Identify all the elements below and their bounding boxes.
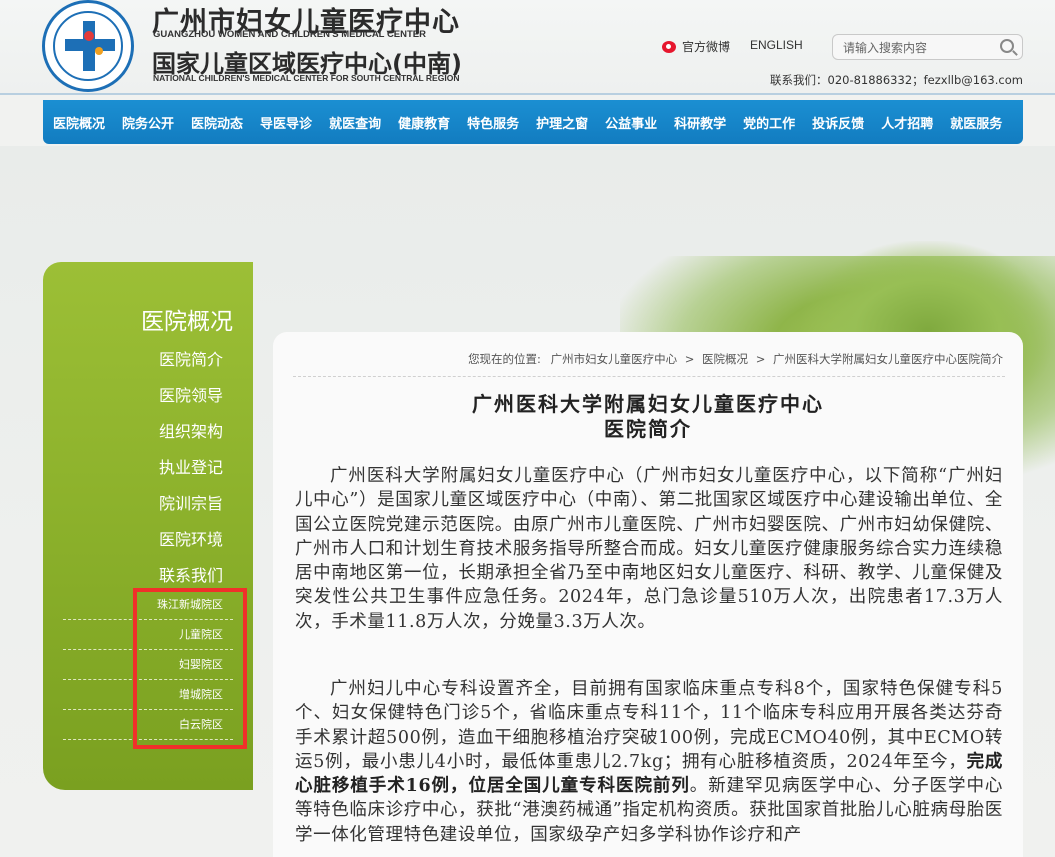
logo-dot (84, 31, 94, 41)
search-input[interactable] (843, 39, 993, 57)
nav-item-nursing[interactable]: 护理之窗 (536, 113, 588, 132)
nav-item-affairs[interactable]: 院务公开 (122, 113, 174, 132)
sidebar-item-leaders[interactable]: 医院领导 (159, 382, 223, 406)
article-title-line2: 医院简介 (604, 417, 692, 441)
breadcrumb-current[interactable]: 广州医科大学附属妇女儿童医疗中心医院简介 (773, 352, 1003, 366)
nav-item-guide[interactable]: 导医导诊 (260, 113, 312, 132)
search-icon[interactable] (1000, 39, 1014, 53)
weibo-link[interactable]: 官方微博 (662, 38, 730, 55)
nav-item-query[interactable]: 就医查询 (329, 113, 381, 132)
sidebar-title: 医院概况 (141, 309, 233, 335)
nav-item-recruit[interactable]: 人才招聘 (881, 113, 933, 132)
nav-item-service[interactable]: 就医服务 (950, 113, 1002, 132)
nav-item-news[interactable]: 医院动态 (191, 113, 243, 132)
breadcrumb-home[interactable]: 广州市妇女儿童医疗中心 (551, 352, 678, 366)
breadcrumb-divider (293, 376, 1005, 377)
highlight-box (133, 588, 247, 749)
breadcrumb-overview[interactable]: 医院概况 (702, 352, 748, 366)
article-paragraph-2: 广州妇儿中心专科设置齐全，目前拥有国家临床重点专科8个，国家特色保健专科5个、妇… (295, 677, 1003, 847)
nav-item-overview[interactable]: 医院概况 (53, 113, 105, 132)
sidebar-item-motto[interactable]: 院训宗旨 (159, 490, 223, 514)
site-subtitle-en: NATIONAL CHILDREN'S MEDICAL CENTER FOR S… (153, 73, 460, 83)
english-link[interactable]: ENGLISH (750, 38, 803, 52)
weibo-icon (662, 40, 676, 53)
site-header: 广州市妇女儿童医疗中心 GUANGZHOU WOMEN AND CHILDREN… (0, 0, 1055, 95)
para2-part1: 广州妇儿中心专科设置齐全，目前拥有国家临床重点专科8个，国家特色保健专科5个、妇… (295, 679, 1003, 772)
sidebar-item-structure[interactable]: 组织架构 (159, 418, 223, 442)
nav-item-charity[interactable]: 公益事业 (605, 113, 657, 132)
sidebar-item-registration[interactable]: 执业登记 (159, 454, 223, 478)
weibo-label: 官方微博 (682, 40, 731, 54)
breadcrumb: 您现在的位置: 广州市妇女儿童医疗中心 > 医院概况 > 广州医科大学附属妇女儿… (468, 351, 1003, 367)
nav-item-feedback[interactable]: 投诉反馈 (812, 113, 864, 132)
sidebar-item-contact[interactable]: 联系我们 (159, 562, 223, 586)
search-box (832, 34, 1023, 60)
breadcrumb-sep: > (755, 352, 766, 366)
article-title-line1: 广州医科大学附属妇女儿童医疗中心 (472, 392, 824, 416)
site-title-en: GUANGZHOU WOMEN AND CHILDREN'S MEDICAL C… (153, 29, 427, 40)
nav-item-research[interactable]: 科研教学 (674, 113, 726, 132)
nav-item-special[interactable]: 特色服务 (467, 113, 519, 132)
contact-info: 联系我们：020-81886332；fezxllb@163.com (770, 73, 1023, 87)
logo-dot-small (95, 47, 103, 55)
nav-item-party[interactable]: 党的工作 (743, 113, 795, 132)
main-nav: 医院概况 院务公开 医院动态 导医导诊 就医查询 健康教育 特色服务 护理之窗 … (43, 100, 1023, 144)
breadcrumb-prefix: 您现在的位置: (468, 352, 541, 366)
nav-item-health-edu[interactable]: 健康教育 (398, 113, 450, 132)
hospital-logo[interactable] (42, 0, 134, 92)
sidebar-item-intro[interactable]: 医院简介 (159, 346, 223, 370)
sidebar-item-environment[interactable]: 医院环境 (159, 526, 223, 550)
main-content: 您现在的位置: 广州市妇女儿童医疗中心 > 医院概况 > 广州医科大学附属妇女儿… (273, 332, 1023, 857)
article-title: 广州医科大学附属妇女儿童医疗中心 医院简介 (273, 392, 1023, 442)
breadcrumb-sep: > (684, 352, 695, 366)
article-paragraph-1: 广州医科大学附属妇女儿童医疗中心（广州市妇女儿童医疗中心，以下简称“广州妇儿中心… (295, 466, 1003, 632)
